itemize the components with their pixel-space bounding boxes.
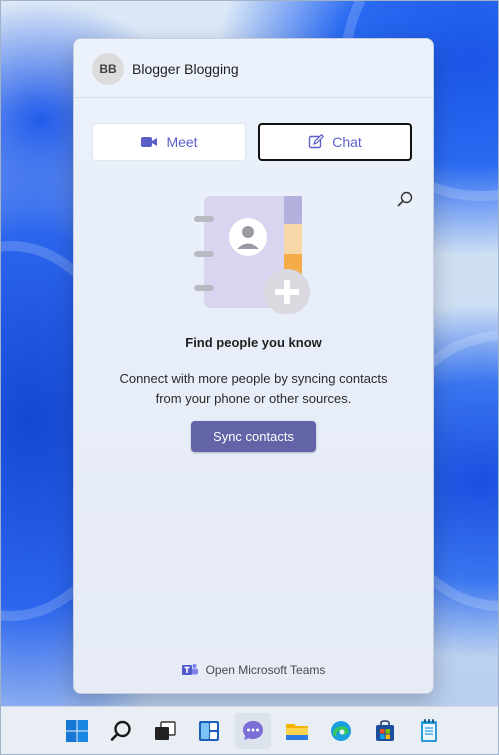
avatar[interactable]: BB [92, 53, 124, 85]
description-line-1: Connect with more people by syncing cont… [119, 371, 388, 386]
chat-icon[interactable] [235, 713, 271, 749]
panel-header: BB Blogger Blogging [74, 39, 433, 98]
empty-state-title: Find people you know [185, 335, 322, 350]
search-icon[interactable] [103, 713, 139, 749]
teams-icon [181, 664, 198, 675]
screen: BB Blogger Blogging Meet Chat Find peopl… [0, 0, 499, 755]
widgets-icon[interactable] [191, 713, 227, 749]
meet-button[interactable]: Meet [92, 123, 246, 161]
meet-button-label: Meet [166, 134, 198, 150]
search-icon[interactable] [396, 190, 414, 208]
start-icon[interactable] [59, 713, 95, 749]
sync-contacts-button[interactable]: Sync contacts [191, 421, 316, 452]
description-line-2: from your phone or other sources. [155, 391, 352, 406]
chat-button[interactable]: Chat [258, 123, 412, 161]
compose-icon [309, 134, 325, 149]
open-teams-link[interactable]: Open Microsoft Teams [74, 663, 433, 677]
store-icon[interactable] [367, 713, 403, 749]
contact-book-illustration [194, 196, 310, 314]
open-teams-label: Open Microsoft Teams [205, 663, 326, 677]
chat-flyout: BB Blogger Blogging Meet Chat Find peopl… [73, 38, 434, 694]
user-name: Blogger Blogging [132, 61, 239, 77]
taskbar [1, 706, 498, 754]
notepad-icon[interactable] [411, 713, 447, 749]
video-camera-icon [141, 137, 158, 147]
chat-button-label: Chat [332, 134, 362, 150]
edge-icon[interactable] [323, 713, 359, 749]
empty-state-description: Connect with more people by syncing cont… [94, 369, 413, 409]
file-explorer-icon[interactable] [279, 713, 315, 749]
task-view-icon[interactable] [147, 713, 183, 749]
